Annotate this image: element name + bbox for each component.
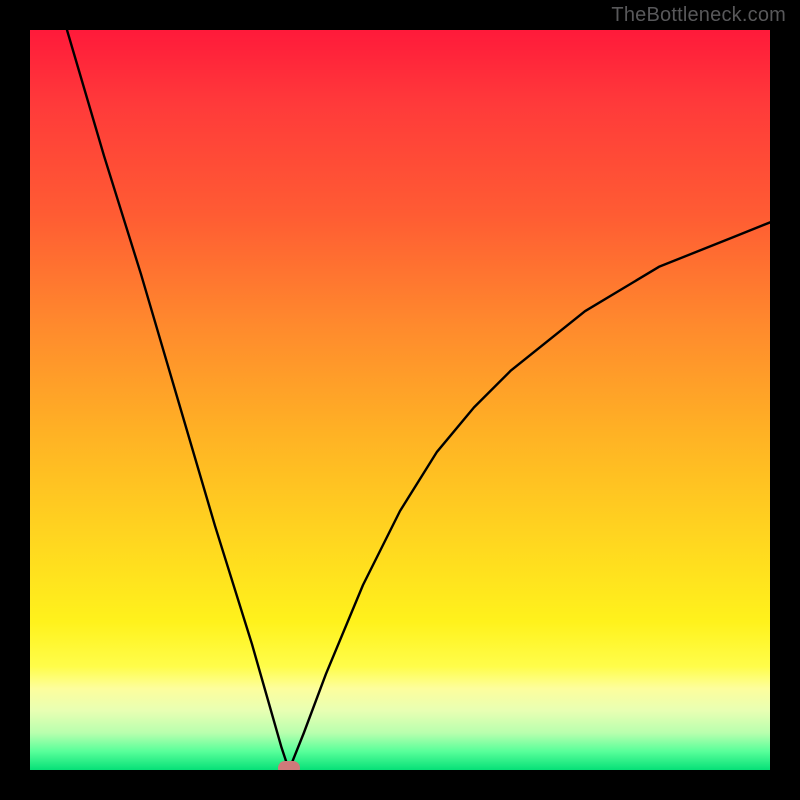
chart-frame: TheBottleneck.com xyxy=(0,0,800,800)
bottleneck-curve xyxy=(30,30,770,770)
watermark-text: TheBottleneck.com xyxy=(611,4,786,27)
plot-area xyxy=(30,30,770,770)
optimum-marker xyxy=(278,761,300,770)
